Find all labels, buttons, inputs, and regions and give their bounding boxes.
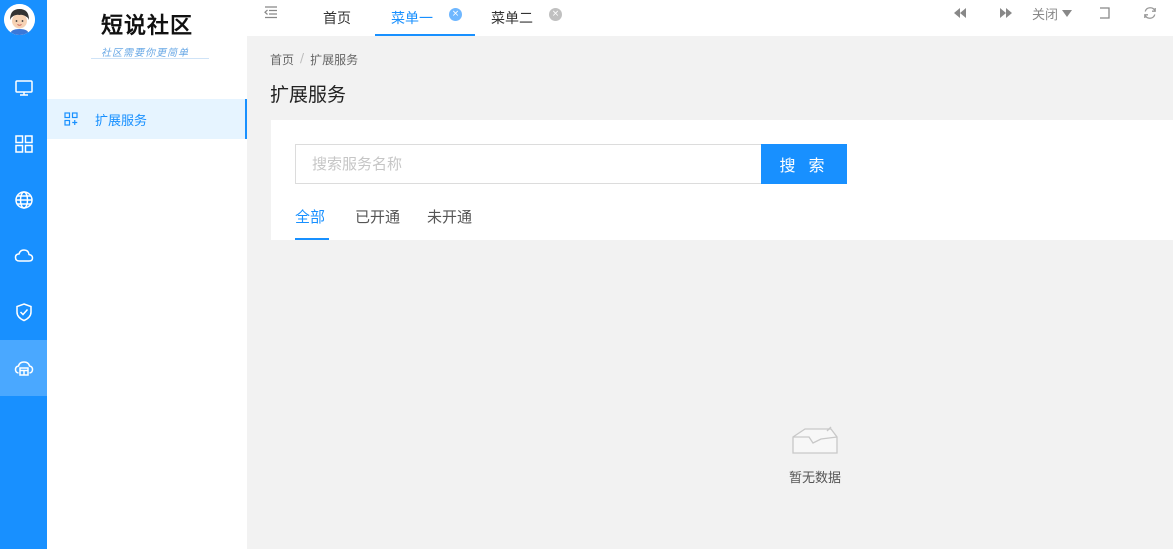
- close-tabs-dropdown[interactable]: 关闭: [1027, 0, 1077, 26]
- filter-tab-label: 未开通: [427, 208, 473, 226]
- scroll-tabs-right-icon[interactable]: [993, 0, 1019, 26]
- tab-close-icon[interactable]: ×: [549, 7, 562, 21]
- tab-menu-one[interactable]: 菜单一 ×: [375, 0, 475, 36]
- empty-state: 暂无数据: [777, 421, 853, 486]
- tab-home[interactable]: 首页: [307, 0, 367, 36]
- active-filter-indicator: [295, 238, 329, 240]
- cloud-store-icon[interactable]: [0, 340, 47, 396]
- sidebar: 短说社区 社区需要你更简单 扩展服务: [47, 0, 247, 549]
- sidebar-item-label: 扩展服务: [95, 113, 148, 129]
- breadcrumb-home[interactable]: 首页: [270, 51, 294, 68]
- logo-subtitle: 社区需要你更简单: [101, 48, 189, 59]
- tab-label: 菜单一: [391, 11, 433, 27]
- icon-rail: [0, 0, 47, 549]
- empty-state-text: 暂无数据: [788, 471, 841, 486]
- tab-close-icon[interactable]: ×: [449, 7, 462, 21]
- avatar[interactable]: [4, 4, 35, 35]
- cloud-icon[interactable]: [0, 228, 47, 284]
- logo-title: 短说社区: [101, 13, 194, 39]
- maximize-icon[interactable]: [1091, 0, 1117, 26]
- filter-tab-activated[interactable]: 已开通: [355, 206, 400, 240]
- fold-menu-icon[interactable]: [263, 4, 279, 20]
- close-tabs-label: 关闭: [1031, 7, 1058, 23]
- main-content: 首页 / 扩展服务 扩展服务 搜 索 全部 已开通 未开通 暂无数据: [247, 36, 1173, 549]
- search-input[interactable]: [295, 144, 761, 184]
- logo-underline: [91, 58, 209, 59]
- search-button[interactable]: 搜 索: [761, 144, 847, 184]
- tab-label: 首页: [323, 11, 351, 27]
- filter-tab-label: 已开通: [355, 208, 401, 226]
- tab-bar: 首页 菜单一 × 菜单二 × 关闭: [247, 0, 1173, 36]
- apps-icon: [63, 111, 79, 127]
- caret-down-icon: [1062, 9, 1072, 17]
- monitor-icon[interactable]: [0, 60, 47, 116]
- breadcrumb: 首页 / 扩展服务: [270, 51, 358, 68]
- refresh-icon[interactable]: [1137, 0, 1163, 26]
- logo[interactable]: 短说社区 社区需要你更简单: [47, 0, 247, 70]
- empty-box-icon: [792, 426, 838, 454]
- breadcrumb-current: 扩展服务: [310, 53, 359, 67]
- breadcrumb-separator: /: [300, 51, 305, 65]
- shield-check-icon[interactable]: [0, 284, 47, 340]
- filter-tab-not-activated[interactable]: 未开通: [427, 206, 472, 240]
- search-panel: 搜 索 全部 已开通 未开通: [271, 120, 1173, 240]
- scroll-tabs-left-icon[interactable]: [947, 0, 973, 26]
- filter-tab-all[interactable]: 全部: [295, 206, 329, 240]
- sidebar-item-extension-services[interactable]: 扩展服务: [47, 99, 247, 139]
- globe-icon[interactable]: [0, 172, 47, 228]
- filter-tab-label: 全部: [295, 208, 326, 226]
- apps-grid-icon[interactable]: [0, 116, 47, 172]
- tab-menu-two[interactable]: 菜单二 ×: [483, 0, 573, 36]
- tab-label: 菜单二: [491, 11, 533, 27]
- page-title: 扩展服务: [270, 84, 347, 106]
